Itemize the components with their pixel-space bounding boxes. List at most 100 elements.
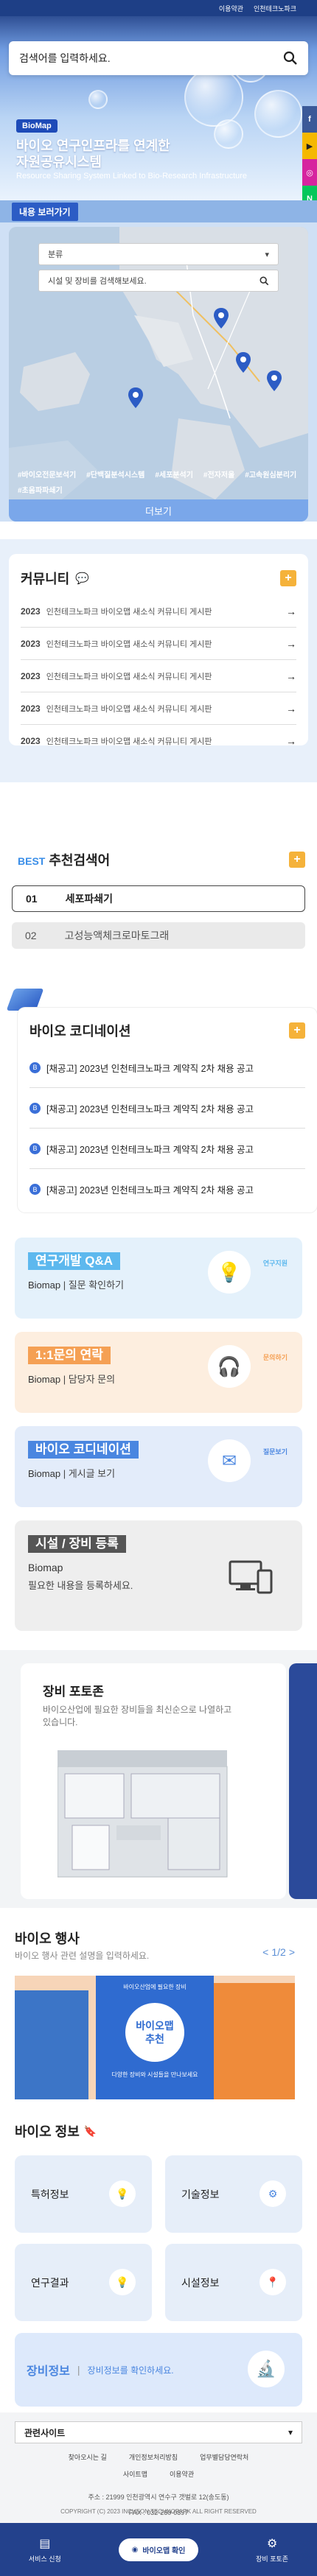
youtube-icon[interactable]: ▶ xyxy=(302,133,317,159)
biomap-badge: BioMap xyxy=(16,119,58,133)
footer-link[interactable]: 이용약관 xyxy=(170,2469,194,2479)
keyword-chip[interactable]: #단백질분석시스템 xyxy=(86,468,144,480)
view-content-button[interactable]: 내용 보러가기 xyxy=(12,202,78,221)
inquiry-panel[interactable]: 1:1문의 연락 Biomap | 담당자 문의 🎧 문의하기 xyxy=(15,1332,302,1413)
coordinator-row[interactable]: B [채공고] 2023년 인천테크노파크 계약직 2차 채용 공고 xyxy=(29,1047,305,1088)
equipment-info-wide[interactable]: 장비정보 | 장비정보를 확인하세요. 🔬 xyxy=(15,2333,302,2407)
search-input[interactable] xyxy=(19,52,283,64)
best-item[interactable]: 01 세포파쇄기 xyxy=(12,885,305,912)
naver-icon[interactable]: N xyxy=(302,186,317,200)
map-section: 분류 ▾ 시설 및 장비를 검색해보세요. #바이오전문보석기 #단백질분석시스템… xyxy=(0,222,317,522)
keyword-chip[interactable]: #전자저울 xyxy=(203,468,234,480)
community-row[interactable]: 2023 인천테크노파크 바이오맵 새소식 커뮤니티 게시판 → xyxy=(21,660,296,692)
equipment-card[interactable]: 장비 포토존 바이오산업에 필요한 장비들을 최신순으로 나열하고 있습니다. xyxy=(21,1663,286,1899)
keyword-chip[interactable]: #고속원심분리기 xyxy=(245,468,296,480)
search-icon[interactable] xyxy=(283,51,298,66)
coordinator-list: B [채공고] 2023년 인천테크노파크 계약직 2차 채용 공고 B [채공고]… xyxy=(29,1047,305,1210)
inquiry-tag: 1:1문의 연락 xyxy=(28,1347,111,1364)
prev-arrow-icon[interactable]: < xyxy=(262,1946,268,1958)
community-plus-button[interactable]: + xyxy=(280,570,296,586)
category-select[interactable]: 분류 ▾ xyxy=(38,243,279,265)
keyword-chip[interactable]: #바이오전문보석기 xyxy=(18,468,76,480)
footer-link[interactable]: 업무별담당연락처 xyxy=(200,2452,248,2462)
community-title-text: 커뮤니티 xyxy=(21,572,70,586)
coordinator-plus-button[interactable]: + xyxy=(289,1022,305,1039)
footer-links-2: 사이트맵 이용약관 xyxy=(0,2469,317,2479)
footer-link[interactable]: 찾아오시는 길 xyxy=(69,2452,107,2462)
research-tile[interactable]: 연구결과 💡 xyxy=(15,2244,152,2321)
keyword-chip[interactable]: #초음파파쇄기 xyxy=(18,484,63,495)
nav-biomap-check[interactable]: ◉ 바이오맵 확인 xyxy=(118,2538,199,2561)
inquiry-circle: 🎧 xyxy=(208,1345,251,1388)
map-pin-icon[interactable] xyxy=(236,352,251,373)
bottom-nav: ▤ 서비스 신청 ◉ 바이오맵 확인 ⚙ 장비 포토존 xyxy=(0,2523,317,2576)
arrow-right-icon: → xyxy=(286,735,296,747)
map-more-button[interactable]: 더보기 xyxy=(9,499,308,522)
view-bar: 내용 보러가기 xyxy=(0,200,317,222)
coordinator-row[interactable]: B [채공고] 2023년 인천테크노파크 계약직 2차 채용 공고 xyxy=(29,1129,305,1169)
nav-service-request[interactable]: ▤ 서비스 신청 xyxy=(29,2536,61,2563)
events-desc: 바이오 행사 관련 설명을 입력하세요. xyxy=(15,1951,150,1961)
search-bar xyxy=(9,41,308,75)
mail-icon: ✉ xyxy=(221,1450,237,1471)
footer-link[interactable]: 사이트맵 xyxy=(123,2469,147,2479)
facility-map[interactable]: 분류 ▾ 시설 및 장비를 검색해보세요. #바이오전문보석기 #단백질분석시스템… xyxy=(9,227,308,522)
tech-tile[interactable]: 기술정보 ⚙ xyxy=(165,2155,302,2233)
coordination-panel[interactable]: 바이오 코디네이션 Biomap | 게시글 보기 ✉ 질문보기 xyxy=(15,1426,302,1507)
instagram-icon[interactable]: ◎ xyxy=(302,159,317,186)
related-sites-label: 관련사이트 xyxy=(24,2427,66,2438)
facility-register-panel[interactable]: 시설 / 장비 등록 Biomap 필요한 내용을 등록하세요. xyxy=(15,1520,302,1631)
coordination-tag: 바이오 코디네이션 xyxy=(28,1441,139,1459)
coordination-brand: Biomap xyxy=(28,1468,61,1479)
facility-tag: 시설 / 장비 등록 xyxy=(28,1535,126,1553)
map-pin-icon[interactable] xyxy=(214,308,229,329)
community-row[interactable]: 2023 인천테크노파크 바이오맵 새소식 커뮤니티 게시판 → xyxy=(21,595,296,628)
footer-link[interactable]: 개인정보처리방침 xyxy=(129,2452,178,2462)
equipment-next-card[interactable] xyxy=(289,1663,317,1899)
patent-tile[interactable]: 특허정보 💡 xyxy=(15,2155,152,2233)
location-icon: ◉ xyxy=(131,2545,139,2554)
coordinator-row[interactable]: B [채공고] 2023년 인천테크노파크 계약직 2차 채용 공고 xyxy=(29,1088,305,1129)
chat-bubble-icon: 💬 xyxy=(75,572,89,585)
coordination-circle: ✉ xyxy=(208,1439,251,1482)
terms-link[interactable]: 이용약관 xyxy=(219,4,243,13)
community-row-year: 2023 xyxy=(21,736,41,746)
lightbulb-icon: 💡 xyxy=(217,1260,242,1283)
next-arrow-icon[interactable]: > xyxy=(289,1946,295,1958)
nav-equipment-photozone[interactable]: ⚙ 장비 포토존 xyxy=(256,2536,288,2563)
map-search-placeholder: 시설 및 장비를 검색해보세요. xyxy=(48,277,147,286)
community-row[interactable]: 2023 인천테크노파크 바이오맵 새소식 커뮤니티 게시판 → xyxy=(21,725,296,757)
coordinator-row-text: [채공고] 2023년 인천테크노파크 계약직 2차 채용 공고 xyxy=(46,1185,254,1196)
coordination-desc: Biomap | 게시글 보기 xyxy=(28,1468,116,1479)
community-row[interactable]: 2023 인천테크노파크 바이오맵 새소식 커뮤니티 게시판 → xyxy=(21,692,296,725)
hero-title-line1: 바이오 연구인프라를 연계한 xyxy=(16,138,170,153)
keyword-chip[interactable]: #세포분석기 xyxy=(155,468,193,480)
search-icon[interactable] xyxy=(259,276,269,286)
coordinator-row[interactable]: B [채공고] 2023년 인천테크노파크 계약직 2차 채용 공고 xyxy=(29,1169,305,1210)
bubble-decoration xyxy=(184,68,243,127)
facebook-icon[interactable]: f xyxy=(302,106,317,133)
best-item[interactable]: 02 고성능액체크로마토그래 xyxy=(12,922,305,949)
community-row-year: 2023 xyxy=(21,703,41,714)
community-row-text: 인천테크노파크 바이오맵 새소식 커뮤니티 게시판 xyxy=(46,639,212,649)
technopark-link[interactable]: 인천테크노파크 xyxy=(254,4,296,13)
banner-small-text: 바이오산업에 필요한 장비 xyxy=(123,1984,187,1990)
community-list: 2023 인천테크노파크 바이오맵 새소식 커뮤니티 게시판 → 2023 인천테크노… xyxy=(21,595,296,757)
facility-tile[interactable]: 시설정보 📍 xyxy=(165,2244,302,2321)
qna-panel[interactable]: 연구개발 Q&A Biomap | 질문 확인하기 💡 연구지원 xyxy=(15,1238,302,1319)
community-card: 커뮤니티 💬 + 2023 인천테크노파크 바이오맵 새소식 커뮤니티 게시판 → 2… xyxy=(9,554,308,747)
sns-bar: f ▶ ◎ N G xyxy=(302,106,317,200)
qna-circle: 💡 xyxy=(208,1251,251,1294)
map-pin-icon[interactable] xyxy=(128,387,143,408)
map-search-field[interactable]: 시설 및 장비를 검색해보세요. xyxy=(38,270,279,292)
related-sites-select[interactable]: 관련사이트 ▾ xyxy=(15,2421,302,2443)
hero-title: 바이오 연구인프라를 연계한 자원공유시스템 xyxy=(16,138,170,170)
best-plus-button[interactable]: + xyxy=(289,852,305,868)
community-row[interactable]: 2023 인천테크노파크 바이오맵 새소식 커뮤니티 게시판 → xyxy=(21,628,296,660)
nav-service-label: 서비스 신청 xyxy=(28,2555,61,2563)
map-pin-icon[interactable] xyxy=(267,371,282,391)
banner-illustration-left xyxy=(15,1990,88,2099)
top-bar: 이용약관 인천테크노파크 xyxy=(0,0,317,16)
events-banner[interactable]: 바이오산업에 필요한 장비 바이오맵 추천 다양한 장비와 시설들을 만나보세요 xyxy=(15,1976,295,2099)
gear-icon: ⚙ xyxy=(266,2537,278,2550)
